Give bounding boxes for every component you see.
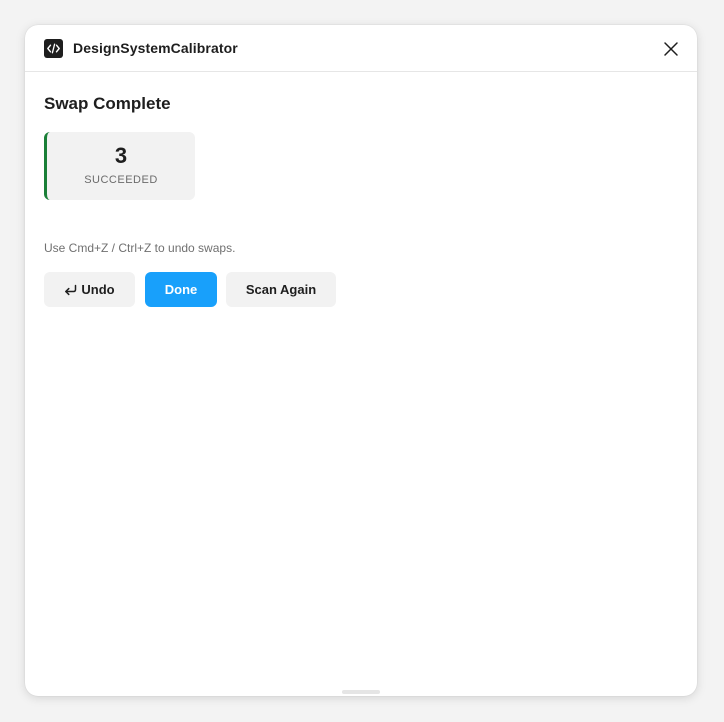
- undo-hint-text: Use Cmd+Z / Ctrl+Z to undo swaps.: [44, 241, 236, 255]
- undo-arrow-icon: [64, 284, 77, 296]
- page-title: Swap Complete: [44, 94, 171, 113]
- code-icon: [44, 39, 63, 58]
- resize-handle[interactable]: [342, 690, 380, 694]
- close-icon: [664, 42, 678, 56]
- succeeded-label: SUCCEEDED: [84, 174, 158, 186]
- plugin-window: DesignSystemCalibrator Swap Complete 3 S…: [25, 25, 697, 696]
- close-button[interactable]: [662, 40, 680, 58]
- done-button[interactable]: Done: [145, 272, 217, 307]
- title-bar: DesignSystemCalibrator: [25, 25, 697, 72]
- undo-button[interactable]: Undo: [44, 272, 135, 307]
- scan-again-button[interactable]: Scan Again: [226, 272, 336, 307]
- succeeded-count: 3: [114, 143, 128, 168]
- undo-button-label: Undo: [81, 282, 115, 297]
- succeeded-stat-card: 3 SUCCEEDED: [44, 132, 195, 200]
- window-title: DesignSystemCalibrator: [73, 40, 238, 56]
